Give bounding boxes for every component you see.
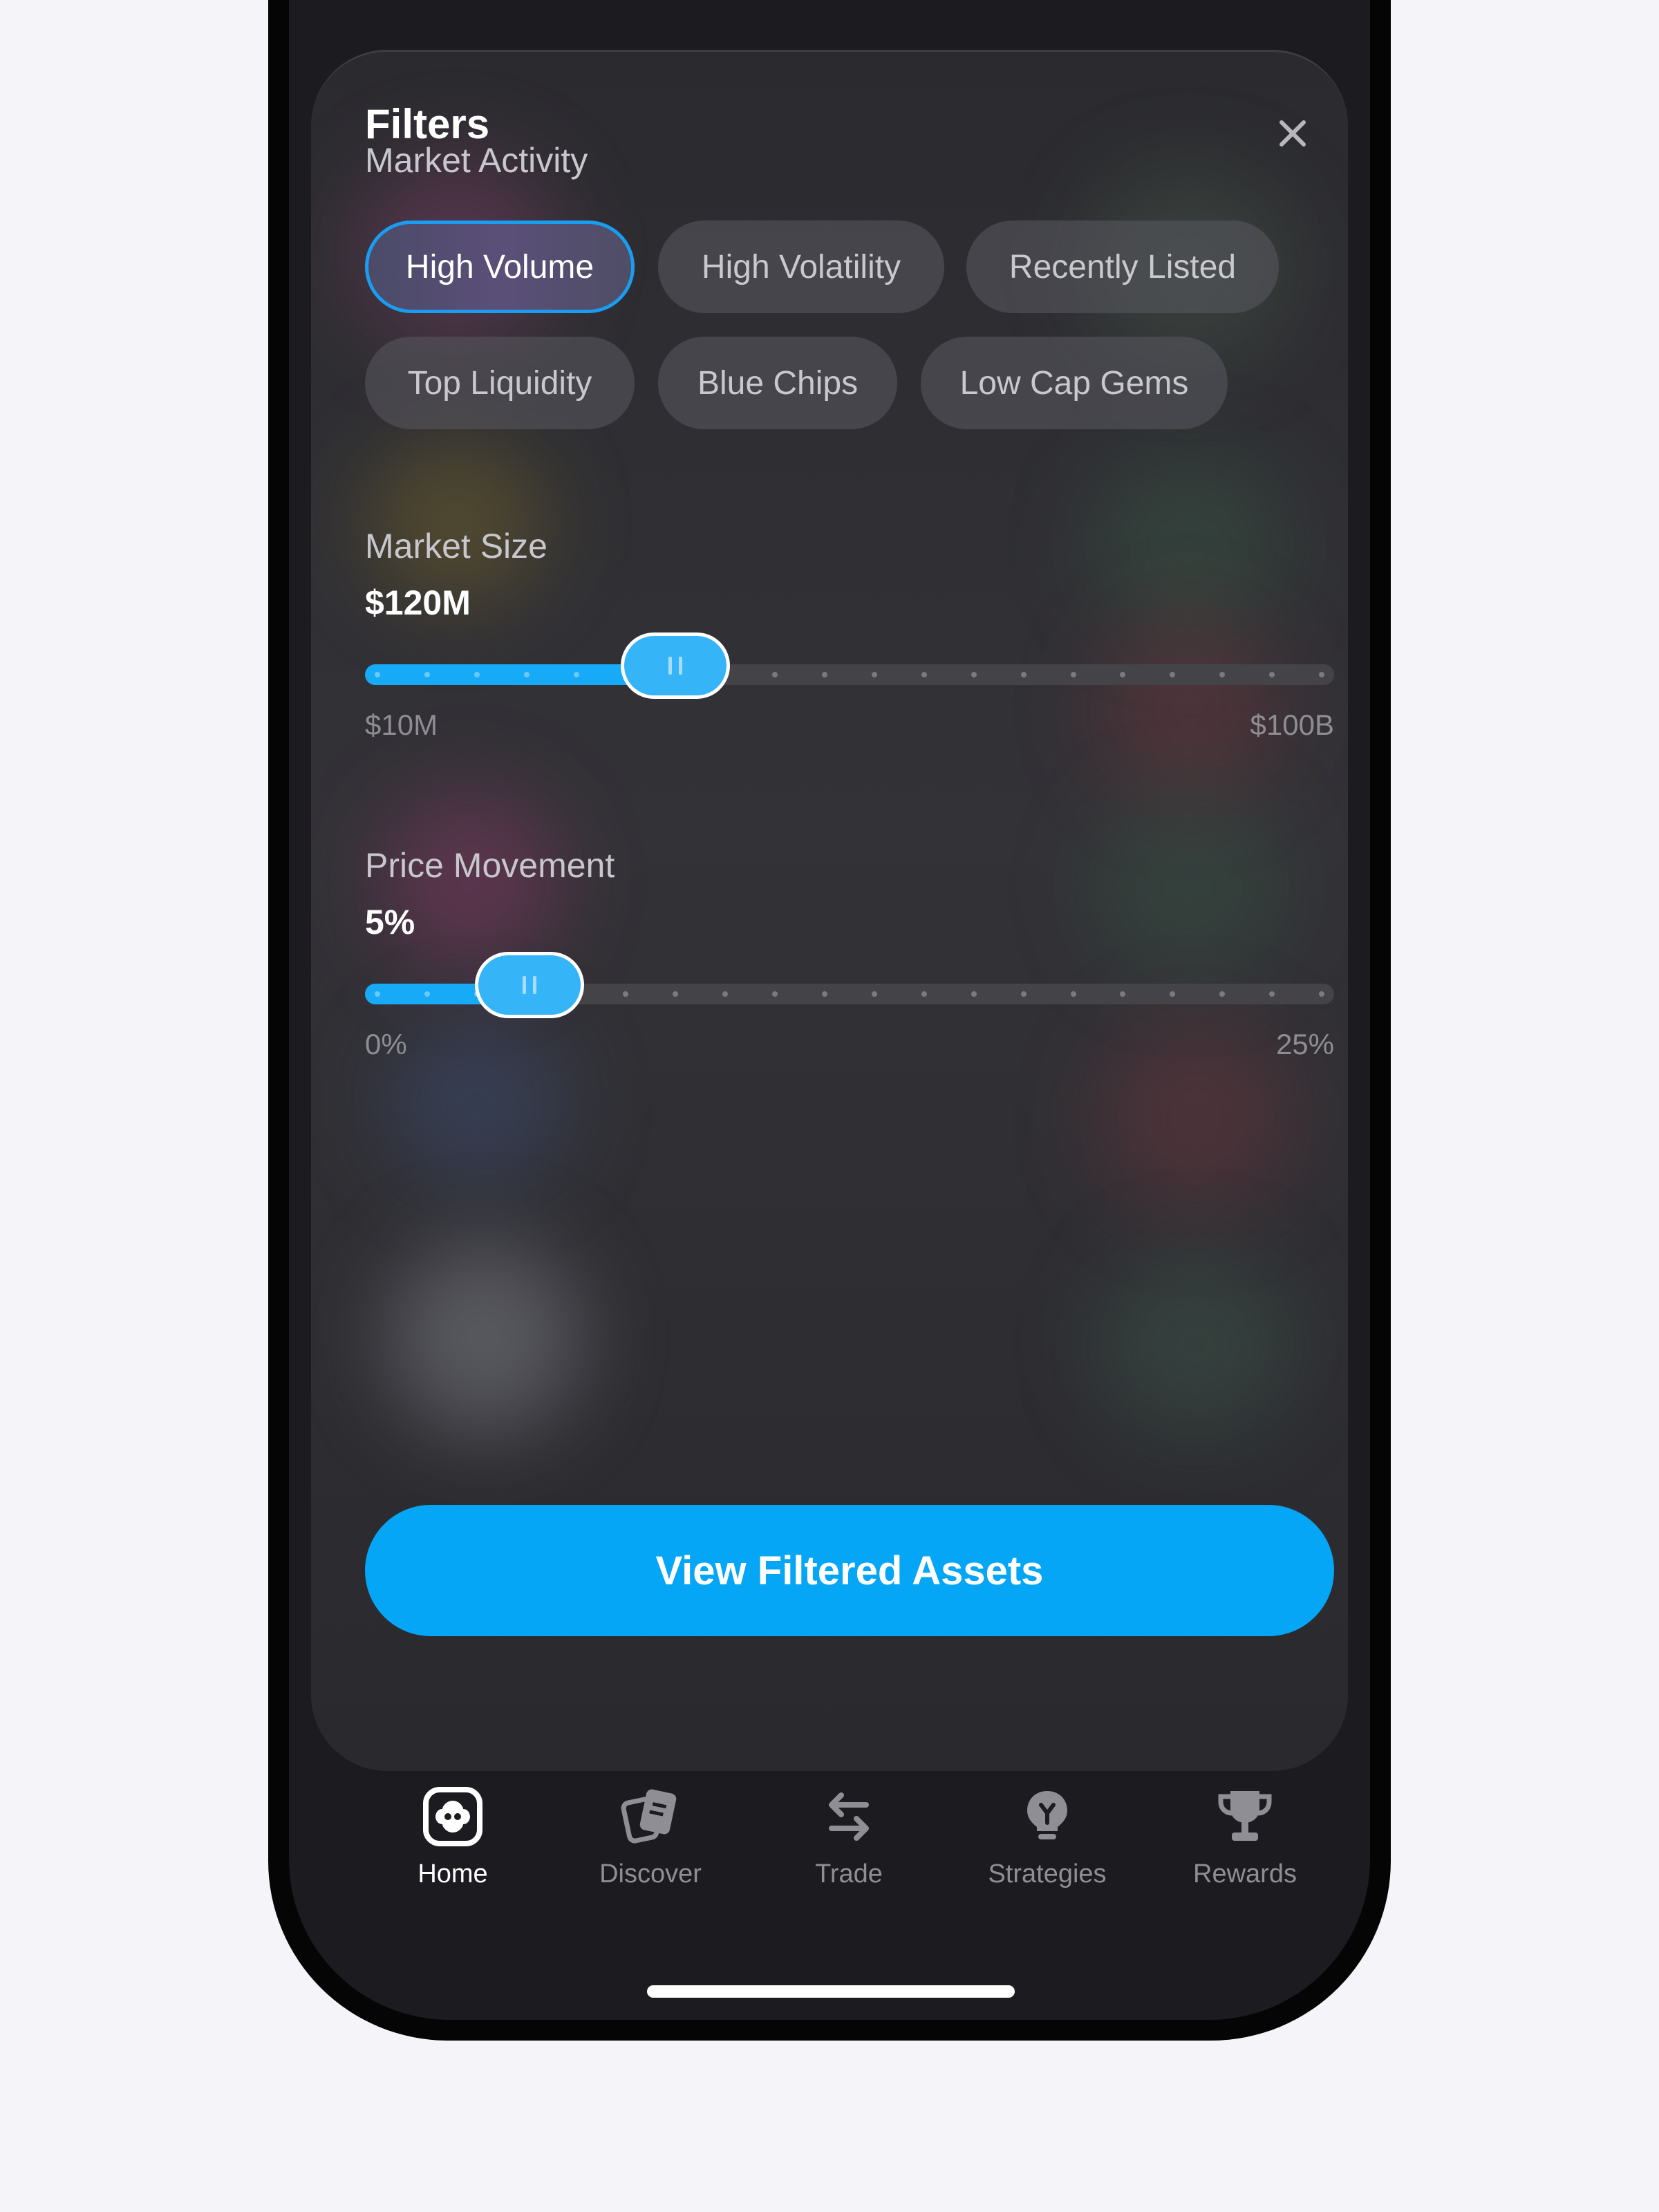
slider-tick [1070, 991, 1076, 997]
slider-ticks [365, 664, 1334, 685]
market-size-max: $100B [1250, 709, 1334, 741]
slider-tick [424, 672, 430, 677]
slider-tick [1020, 991, 1027, 997]
slider-tick [1070, 672, 1076, 677]
tab-home[interactable]: Home [363, 1783, 543, 1889]
tab-trade[interactable]: Trade [759, 1783, 939, 1889]
home-indicator [647, 1985, 1015, 1998]
price-movement-slider[interactable] [365, 952, 1334, 1018]
slider-tick [921, 672, 927, 677]
tab-label: Rewards [1193, 1859, 1297, 1888]
tab-label: Trade [815, 1859, 883, 1888]
background-blur [1099, 1255, 1293, 1434]
slider-tick [822, 672, 828, 677]
tab-strategies[interactable]: Strategies [957, 1783, 1137, 1889]
slider-tick [772, 672, 778, 677]
home-icon [420, 1783, 486, 1850]
slider-tick [1120, 672, 1126, 677]
market-size-label: Market Size [365, 527, 547, 565]
swap-arrows-icon [816, 1783, 882, 1850]
close-icon [1280, 120, 1306, 147]
slider-tick [722, 991, 729, 997]
market-activity-label: Market Activity [365, 141, 588, 180]
chip-top-liquidity[interactable]: Top Liquidity [365, 337, 635, 429]
tab-label: Home [418, 1859, 488, 1888]
slider-tick [523, 672, 529, 677]
slider-tick [573, 672, 579, 677]
tab-discover[interactable]: Discover [561, 1783, 740, 1889]
background-blur [1092, 453, 1286, 632]
slider-tick [1120, 991, 1126, 997]
tab-rewards[interactable]: Rewards [1155, 1783, 1335, 1889]
chip-low-cap-gems[interactable]: Low Cap Gems [921, 337, 1228, 429]
slider-tick [375, 991, 380, 997]
price-movement-min: 0% [365, 1028, 407, 1060]
background-blur [387, 1020, 567, 1185]
background-blur [366, 439, 546, 605]
slider-tick [673, 991, 679, 997]
market-size-value: $120M [365, 583, 471, 622]
price-movement-value: 5% [365, 903, 415, 941]
slider-tick [623, 991, 629, 997]
slider-tick [822, 991, 828, 997]
phone-screen: Filters Market Activity High Volume High… [289, 0, 1370, 2020]
market-size-min: $10M [365, 709, 438, 741]
discover-cards-icon [617, 1783, 684, 1850]
chip-blue-chips[interactable]: Blue Chips [658, 337, 897, 429]
slider-tick [375, 672, 380, 677]
price-movement-max: 25% [1275, 1028, 1334, 1060]
tab-label: Discover [599, 1859, 702, 1888]
bottom-tab-bar: Home Discover Trade Strategies Rewards [289, 1783, 1370, 1991]
slider-tick [1170, 672, 1176, 677]
market-size-slider[interactable] [365, 632, 1334, 699]
slider-thumb[interactable] [475, 952, 584, 1018]
slider-tick [1170, 991, 1176, 997]
lightbulb-icon [1014, 1783, 1080, 1850]
slider-tick [1020, 672, 1027, 677]
chip-high-volume[interactable]: High Volume [365, 221, 635, 313]
slider-tick [871, 672, 877, 677]
tab-label: Strategies [988, 1859, 1107, 1888]
chip-recently-listed[interactable]: Recently Listed [966, 221, 1279, 313]
background-blur [1092, 798, 1286, 978]
background-blur [387, 1241, 581, 1434]
slider-tick [1319, 672, 1324, 677]
slider-tick [1269, 991, 1275, 997]
slider-tick [971, 991, 977, 997]
view-filtered-assets-button[interactable]: View Filtered Assets [365, 1505, 1334, 1636]
slider-tick [1319, 991, 1324, 997]
phone-frame: Filters Market Activity High Volume High… [268, 0, 1391, 2041]
close-button[interactable] [1265, 106, 1320, 161]
slider-tick [474, 672, 480, 677]
filters-sheet: Filters Market Activity High Volume High… [311, 50, 1348, 1771]
slider-tick [1219, 672, 1226, 677]
trophy-icon [1212, 1783, 1278, 1850]
slider-tick [424, 991, 430, 997]
slider-tick [871, 991, 877, 997]
slider-tick [1219, 991, 1226, 997]
chip-high-volatility[interactable]: High Volatility [658, 221, 944, 313]
slider-tick [1269, 672, 1275, 677]
price-movement-label: Price Movement [365, 846, 615, 885]
slider-tick [921, 991, 927, 997]
slider-thumb[interactable] [621, 632, 730, 699]
slider-tick [772, 991, 778, 997]
slider-tick [971, 672, 977, 677]
